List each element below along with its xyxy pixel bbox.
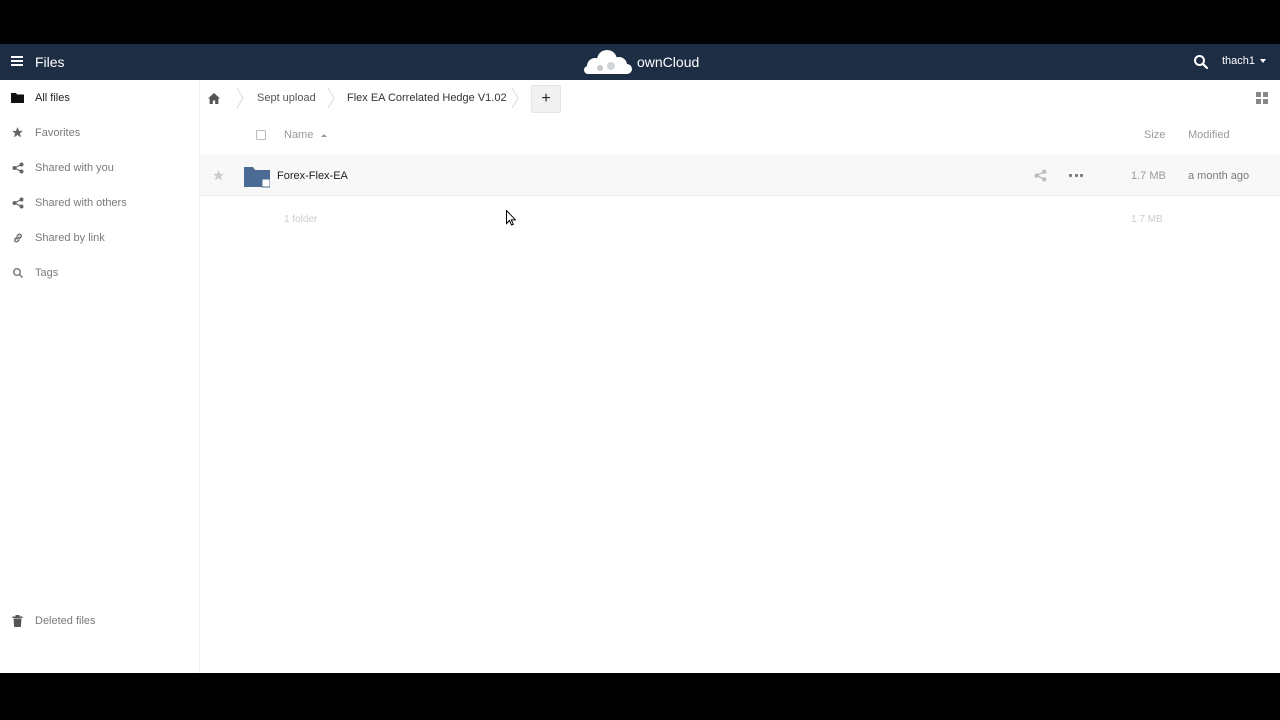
star-icon[interactable] — [212, 169, 225, 182]
sidebar-item-favorites[interactable]: Favorites — [0, 115, 199, 150]
sidebar-item-shared-by-link[interactable]: Shared by link — [0, 220, 199, 255]
table-row[interactable]: Forex-Flex-EA 1.7 MB a month ago — [200, 155, 1280, 196]
summary-size: 1.7 MB — [1131, 214, 1163, 225]
more-options-icon[interactable] — [1069, 169, 1083, 182]
folder-icon — [11, 91, 24, 104]
sidebar-item-label: Shared with others — [35, 196, 127, 209]
column-modified[interactable]: Modified — [1188, 129, 1230, 141]
username: thach1 — [1222, 55, 1256, 67]
menu-icon[interactable] — [11, 56, 23, 66]
chevron-down-icon — [1260, 59, 1267, 63]
new-button[interactable]: + — [531, 85, 561, 113]
column-size[interactable]: Size — [1144, 129, 1165, 141]
column-name-label: Name — [284, 129, 314, 141]
main-content: Sept upload Flex EA Correlated Hedge V1.… — [200, 80, 1280, 673]
grid-view-icon[interactable] — [1256, 92, 1268, 104]
logo-text: ownCloud — [637, 54, 700, 70]
trash-icon — [11, 614, 24, 627]
sidebar: All files Favorites Shared with you Shar… — [0, 80, 200, 673]
share-icon[interactable] — [1034, 169, 1047, 182]
app-title[interactable]: Files — [35, 54, 65, 70]
sort-asc-icon — [321, 133, 328, 137]
breadcrumb-separator — [236, 88, 244, 108]
search-icon — [11, 266, 24, 279]
sidebar-item-label: All files — [35, 91, 70, 104]
share-icon — [11, 196, 24, 209]
column-name[interactable]: Name — [284, 129, 328, 141]
owncloud-logo[interactable]: ownCloud — [583, 49, 699, 75]
file-size: 1.7 MB — [1131, 170, 1166, 182]
sidebar-item-deleted-files[interactable]: Deleted files — [0, 603, 199, 638]
sidebar-item-label: Shared by link — [35, 231, 105, 244]
sidebar-item-label: Shared with you — [35, 161, 114, 174]
breadcrumb-separator — [511, 88, 519, 108]
app-window: Files ownCloud thach1 All files Favorite… — [0, 44, 1280, 673]
sidebar-item-label: Favorites — [35, 126, 81, 139]
sidebar-item-shared-with-others[interactable]: Shared with others — [0, 185, 199, 220]
sidebar-item-label: Deleted files — [35, 614, 96, 627]
top-header: Files ownCloud thach1 — [0, 44, 1280, 80]
share-icon — [11, 161, 24, 174]
sidebar-item-tags[interactable]: Tags — [0, 255, 199, 290]
search-icon[interactable] — [1193, 54, 1209, 70]
summary-count: 1 folder — [284, 214, 318, 225]
breadcrumb: Sept upload Flex EA Correlated Hedge V1.… — [200, 80, 1280, 116]
user-menu[interactable]: thach1 — [1222, 55, 1267, 67]
breadcrumb-item[interactable]: Flex EA Correlated Hedge V1.02 — [347, 80, 507, 116]
cloud-icon — [584, 50, 632, 74]
breadcrumb-separator — [327, 88, 335, 108]
file-modified: a month ago — [1188, 170, 1250, 182]
home-icon[interactable] — [208, 80, 220, 116]
sidebar-item-label: Tags — [35, 266, 59, 279]
sidebar-item-shared-with-you[interactable]: Shared with you — [0, 150, 199, 185]
select-all-checkbox[interactable] — [256, 130, 266, 140]
star-icon — [11, 126, 24, 139]
breadcrumb-item[interactable]: Sept upload — [257, 80, 316, 116]
sidebar-item-all-files[interactable]: All files — [0, 80, 199, 115]
file-name[interactable]: Forex-Flex-EA — [277, 170, 348, 182]
link-icon — [11, 231, 24, 244]
table-header: Name Size Modified — [200, 120, 1280, 150]
folder-icon — [244, 167, 270, 188]
